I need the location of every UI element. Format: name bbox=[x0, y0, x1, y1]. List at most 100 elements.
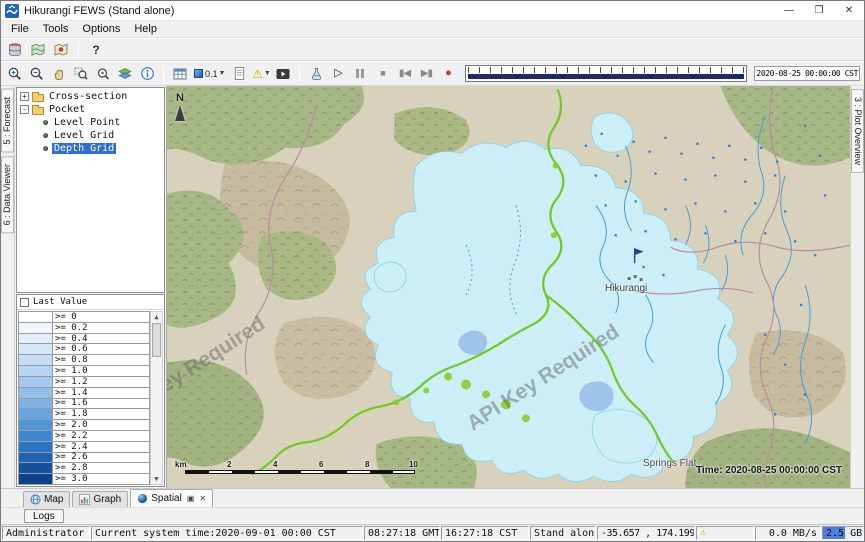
tree-item-pocket[interactable]: -Pocket bbox=[17, 103, 164, 116]
tab-forecast[interactable]: 5 : Forecast bbox=[1, 89, 14, 153]
profile-tool-icon[interactable] bbox=[306, 64, 326, 84]
flood-map[interactable]: N API Key Required API Key Required Hiku… bbox=[167, 86, 850, 488]
menu-bar: File Tools Options Help bbox=[1, 21, 864, 38]
minimize-button[interactable]: — bbox=[774, 1, 804, 21]
legend-swatch bbox=[19, 463, 53, 473]
scroll-down-icon[interactable]: ▼ bbox=[154, 474, 158, 484]
status-local-time: 16:27:18 CST bbox=[441, 526, 529, 540]
grid-display-icon[interactable] bbox=[170, 64, 190, 84]
legend-row: >= 3.0 bbox=[19, 474, 149, 484]
zoom-region-icon[interactable] bbox=[71, 64, 91, 84]
status-memory: 2.5 GB bbox=[822, 526, 864, 540]
legend-scrollbar[interactable]: ▲ ▼ bbox=[150, 311, 163, 485]
last-value-checkbox[interactable] bbox=[20, 298, 29, 307]
legend-row-label: >= 0.6 bbox=[53, 344, 149, 354]
layers-icon[interactable] bbox=[115, 64, 135, 84]
legend-swatch bbox=[19, 366, 53, 376]
undock-tab-icon[interactable]: ▣ bbox=[187, 495, 195, 503]
legend-row: >= 2.4 bbox=[19, 442, 149, 453]
legend-row-label: >= 0 bbox=[53, 312, 149, 322]
tree-item-level-point[interactable]: Level Point bbox=[17, 116, 164, 129]
status-system-time: Current system time:2020-09-01 00:00 CST bbox=[91, 526, 363, 540]
tab-map[interactable]: Map bbox=[23, 491, 70, 507]
menu-file[interactable]: File bbox=[4, 22, 36, 36]
menu-options[interactable]: Options bbox=[75, 22, 127, 36]
bullet-icon bbox=[43, 120, 48, 125]
status-warning: ⚠ bbox=[696, 526, 754, 540]
report-icon[interactable] bbox=[229, 64, 249, 84]
tree-expander-icon[interactable]: - bbox=[20, 105, 29, 114]
contour-value-label: 0.1 bbox=[205, 69, 218, 79]
legend-row: >= 1.6 bbox=[19, 399, 149, 410]
tab-spatial[interactable]: Spatial ▣ ✕ bbox=[130, 489, 213, 507]
logs-button[interactable]: Logs bbox=[24, 509, 64, 523]
step-back-button[interactable]: ▮◀ bbox=[394, 64, 414, 84]
legend-row-label: >= 2.8 bbox=[53, 463, 149, 473]
play-button[interactable]: ▷ bbox=[328, 64, 348, 84]
stop-button[interactable]: ■ bbox=[372, 64, 392, 84]
right-tab-strip: 3 : Plot Overview bbox=[850, 86, 864, 488]
record-button[interactable]: ● bbox=[438, 64, 458, 84]
contour-value-dropdown[interactable]: 0.1 ▼ bbox=[192, 69, 227, 79]
close-tab-icon[interactable]: ✕ bbox=[199, 495, 206, 503]
zoom-in-icon[interactable] bbox=[5, 64, 25, 84]
legend-row-label: >= 1.6 bbox=[53, 399, 149, 409]
legend-row-label: >= 2.0 bbox=[53, 420, 149, 430]
legend-swatch bbox=[19, 453, 53, 463]
legend-row-label: >= 1.8 bbox=[53, 409, 149, 419]
database-viewer-icon[interactable] bbox=[5, 40, 25, 60]
tab-plot-overview[interactable]: 3 : Plot Overview bbox=[851, 89, 864, 173]
legend-row: >= 2.8 bbox=[19, 463, 149, 474]
tree-item-cross-section[interactable]: + Cross-section bbox=[17, 90, 164, 103]
current-time-field: 2020-08-25 00:00:00 CST bbox=[754, 66, 860, 81]
map-display-icon[interactable] bbox=[28, 40, 48, 60]
tree-item-depth-grid[interactable]: Depth Grid bbox=[17, 142, 164, 155]
legend-swatch bbox=[19, 442, 53, 452]
thresholds-warning-dropdown[interactable]: ⚠ ▼ bbox=[251, 64, 271, 84]
pan-hand-icon[interactable] bbox=[49, 64, 69, 84]
animation-icon[interactable] bbox=[273, 64, 293, 84]
menu-help[interactable]: Help bbox=[127, 22, 164, 36]
legend-row: >= 1.0 bbox=[19, 366, 149, 377]
zoom-extent-icon[interactable] bbox=[93, 64, 113, 84]
menu-tools[interactable]: Tools bbox=[36, 22, 76, 36]
logs-row: Logs bbox=[1, 507, 864, 524]
legend-swatch bbox=[19, 334, 53, 344]
tree-item-label: Depth Grid bbox=[52, 143, 116, 154]
step-forward-button[interactable]: ▶▮ bbox=[416, 64, 436, 84]
timeline-slider[interactable] bbox=[465, 65, 747, 82]
tree-item-level-grid[interactable]: Level Grid bbox=[17, 129, 164, 142]
status-user: Administrator bbox=[2, 526, 90, 540]
legend-row: >= 0.4 bbox=[19, 334, 149, 345]
legend-row: >= 0.6 bbox=[19, 344, 149, 355]
spatial-display-icon[interactable] bbox=[51, 40, 71, 60]
legend-row: >= 1.8 bbox=[19, 409, 149, 420]
toolbar-separator bbox=[299, 65, 300, 82]
chevron-down-icon: ▼ bbox=[219, 70, 226, 77]
maximize-button[interactable]: ❐ bbox=[804, 1, 834, 21]
legend-row: >= 2.6 bbox=[19, 453, 149, 464]
close-button[interactable]: ✕ bbox=[834, 1, 864, 21]
app-window: Hikurangi FEWS (Stand alone) — ❐ ✕ File … bbox=[0, 0, 865, 542]
tab-data-viewer[interactable]: 6 : Data Viewer bbox=[1, 156, 14, 233]
chevron-down-icon: ▼ bbox=[264, 70, 271, 77]
folder-icon bbox=[32, 94, 44, 102]
help-button[interactable]: ? bbox=[86, 40, 106, 60]
scroll-thumb[interactable] bbox=[152, 323, 161, 357]
tree-item-label: Cross-section bbox=[47, 91, 129, 102]
legend-row: >= 1.4 bbox=[19, 388, 149, 399]
info-icon[interactable] bbox=[137, 64, 157, 84]
pause-button[interactable] bbox=[350, 64, 370, 84]
last-value-label: Last Value bbox=[33, 297, 87, 307]
tree-item-label: Level Point bbox=[52, 117, 122, 128]
legend-swatch bbox=[19, 355, 53, 365]
zoom-out-icon[interactable] bbox=[27, 64, 47, 84]
bottom-tab-bar: Map Graph Spatial ▣ ✕ bbox=[1, 488, 864, 507]
tree-expander-icon[interactable]: + bbox=[20, 92, 29, 101]
legend-swatch bbox=[19, 377, 53, 387]
timeline-track bbox=[468, 74, 744, 79]
tab-graph[interactable]: Graph bbox=[72, 491, 128, 507]
legend-row-label: >= 1.0 bbox=[53, 366, 149, 376]
status-coordinates: -35.657 , 174.199 bbox=[597, 526, 695, 540]
scroll-up-icon[interactable]: ▲ bbox=[154, 312, 158, 322]
